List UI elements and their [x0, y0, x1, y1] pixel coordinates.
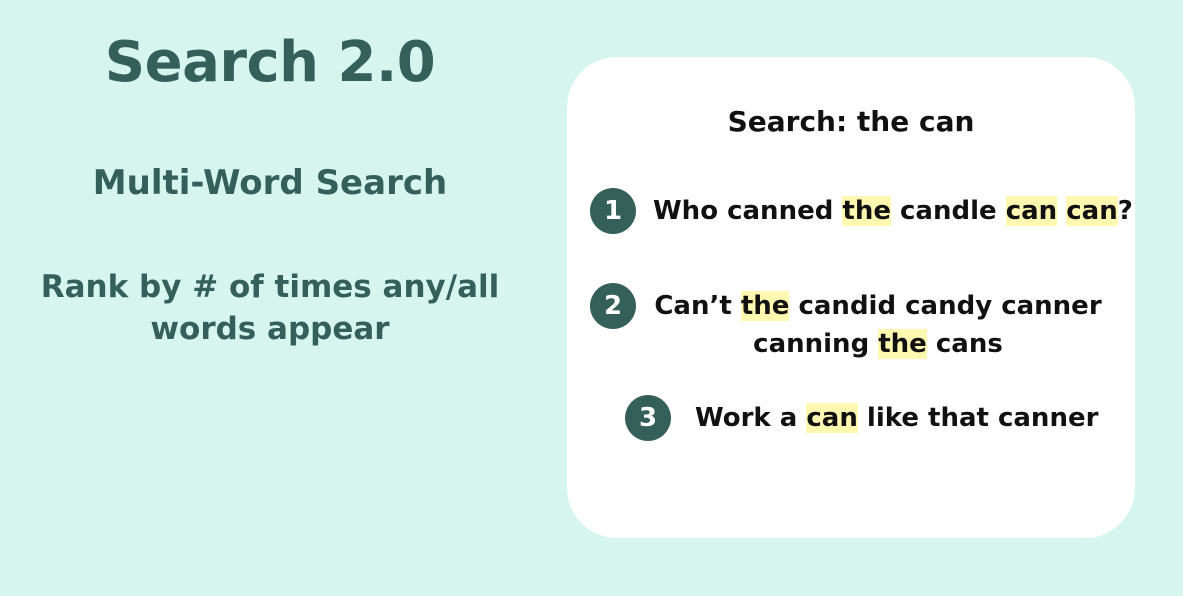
result-text: Who canned the candle can can? — [653, 192, 1133, 230]
page-title: Search 2.0 — [104, 30, 436, 95]
highlighted-term: the — [740, 291, 790, 321]
rank-badge: 2 — [590, 283, 636, 329]
text-segment: Who canned — [653, 196, 843, 226]
text-segment: ? — [1117, 196, 1133, 226]
text-segment: like that canner — [857, 403, 1099, 433]
search-query-label: Search: the can — [727, 105, 975, 138]
result-text: Work a can like that canner — [695, 399, 1098, 437]
text-segment: cans — [926, 329, 1003, 359]
highlighted-term: can — [1066, 196, 1118, 226]
page-subtitle: Multi-Word Search — [92, 163, 448, 203]
description-line-2: words appear — [150, 311, 390, 347]
rank-badge: 1 — [590, 188, 636, 234]
highlighted-term: the — [842, 196, 891, 226]
text-segment: candle — [890, 196, 1006, 226]
rank-badge: 3 — [625, 395, 671, 441]
text-segment: candid candy canner — [789, 291, 1102, 321]
description-line-1: Rank by # of times any/all — [40, 269, 500, 305]
text-segment: Work a — [695, 403, 807, 433]
ranking-description: Rank by # of times any/all words appear — [30, 266, 510, 350]
result-text: Can’t the candid candy canner canning th… — [653, 287, 1103, 363]
text-segment: Can’t — [654, 291, 741, 321]
text-segment: canning — [753, 329, 879, 359]
highlighted-term: can — [1005, 196, 1058, 226]
highlighted-term: the — [878, 329, 927, 359]
highlighted-term: can — [806, 403, 858, 433]
text-segment — [1057, 196, 1066, 226]
search-results-card: Search: the can 1 Who canned the candle … — [567, 57, 1135, 538]
